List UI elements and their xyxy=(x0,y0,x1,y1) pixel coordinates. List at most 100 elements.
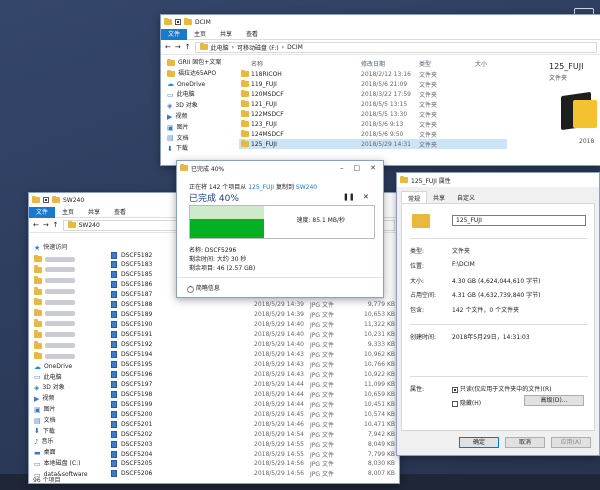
table-row[interactable]: DSCF5190 2018/5/29 14:40 JPG 文件 11,322 KB xyxy=(109,320,399,330)
apply-button[interactable]: 应用(A) xyxy=(551,437,591,448)
breadcrumb-item[interactable]: SW240 xyxy=(79,222,100,229)
nav-item[interactable]: ◈ 3D 对象 xyxy=(167,101,235,112)
nav-item[interactable] xyxy=(34,254,99,265)
ribbon-tab-1[interactable]: 主页 xyxy=(187,29,213,40)
table-row[interactable]: DSCF5191 2018/5/29 14:40 JPG 文件 10,231 KB xyxy=(109,330,399,340)
table-row[interactable]: DSCF5189 2018/5/29 14:39 JPG 文件 10,653 KB xyxy=(109,310,399,320)
nav-item[interactable] xyxy=(34,351,99,362)
column-header-type[interactable]: 类型 xyxy=(419,59,431,68)
destination-folder-link[interactable]: SW240 xyxy=(296,184,317,191)
quick-checkbox-icon[interactable] xyxy=(43,197,49,203)
quick-checkbox-icon[interactable] xyxy=(175,19,181,25)
ribbon-tab-0[interactable]: 文件 xyxy=(161,28,188,40)
table-row[interactable]: DSCF5195 2018/5/29 14:43 JPG 文件 10,766 KB xyxy=(109,359,399,369)
table-row[interactable]: 125_FUJI 2018/5/29 14:31 文件夹 xyxy=(239,139,507,149)
preview-type: 文件夹 xyxy=(549,75,568,82)
nav-item[interactable] xyxy=(34,297,99,308)
cancel-copy-icon[interactable]: ✕ xyxy=(363,193,369,201)
nav-item[interactable] xyxy=(34,308,99,319)
ribbon-tab-3[interactable]: 查看 xyxy=(239,29,265,40)
ok-button[interactable]: 确定 xyxy=(459,437,499,448)
nav-item[interactable]: ▣ 图片 xyxy=(167,123,235,134)
column-header-date[interactable]: 修改日期 xyxy=(361,59,385,68)
table-row[interactable]: DSCF5199 2018/5/29 14:44 JPG 文件 10,451 KB xyxy=(109,399,399,409)
nav-item[interactable]: ▶ 视频 xyxy=(167,112,235,123)
folder-name-field[interactable]: 125_FUJI xyxy=(452,215,586,226)
table-row[interactable]: 124MSDCF 2018/5/6 9:50 文件夹 xyxy=(239,129,507,139)
table-row[interactable]: DSCF5201 2018/5/29 14:46 JPG 文件 10,471 KB xyxy=(109,419,399,429)
ribbon-tab-2[interactable]: 共享 xyxy=(81,207,107,218)
nav-item[interactable]: ☁ OneDrive xyxy=(34,362,99,373)
nav-item[interactable]: ◈ 3D 对象 xyxy=(34,383,99,394)
nav-item[interactable]: ▭ 此电脑 xyxy=(34,373,99,384)
table-row[interactable]: DSCF5206 2018/5/29 14:56 JPG 文件 8,007 KB xyxy=(109,469,399,479)
ribbon-tab-3[interactable]: 查看 xyxy=(107,207,133,218)
nav-item[interactable] xyxy=(34,319,99,330)
table-row[interactable]: DSCF5197 2018/5/29 14:44 JPG 文件 11,099 KB xyxy=(109,379,399,389)
less-details-toggle[interactable]: ^ 简略信息 xyxy=(187,283,220,293)
nav-item[interactable]: ▶ 视频 xyxy=(34,394,99,405)
ribbon-tab-2[interactable]: 共享 xyxy=(213,29,239,40)
maximize-icon[interactable]: □ xyxy=(354,164,361,172)
up-arrow-icon[interactable]: ↑ xyxy=(185,43,191,51)
table-row[interactable]: 123_FUJI 2018/5/6 9:13 文件夹 xyxy=(239,119,507,129)
table-row[interactable]: 121_FUJI 2018/5/5 13:15 文件夹 xyxy=(239,99,507,109)
hidden-checkbox[interactable]: 隐藏(H) xyxy=(452,398,481,407)
nav-item[interactable]: ▬ 桌面 xyxy=(34,448,99,459)
up-arrow-icon[interactable]: ↑ xyxy=(53,221,59,229)
jpg-file-icon xyxy=(111,420,117,428)
nav-item[interactable]: ⬇ 下载 xyxy=(34,427,99,438)
table-row[interactable]: DSCF5203 2018/5/29 14:55 JPG 文件 8,049 KB xyxy=(109,439,399,449)
nav-item-label: 视频 xyxy=(175,112,188,120)
nav-item[interactable]: ▤ 文档 xyxy=(34,416,99,427)
address-bar[interactable]: 此电脑 › 可移动磁盘 (F:) › DCIM xyxy=(194,41,597,53)
nav-item[interactable]: ▤ 文档 xyxy=(167,134,235,145)
cancel-button[interactable]: 取消 xyxy=(505,437,545,448)
nav-item[interactable]: ▭ 本地磁盘 (C:) xyxy=(34,459,99,470)
nav-item[interactable]: ⬇ 下载 xyxy=(167,144,235,155)
table-row[interactable]: 120MSDCF 2018/3/22 17:59 文件夹 xyxy=(239,89,507,99)
minimize-icon[interactable]: – xyxy=(340,164,344,172)
table-row[interactable]: DSCF5188 2018/5/29 14:39 JPG 文件 9,779 KB xyxy=(109,300,399,310)
table-row[interactable]: DSCF5194 2018/5/29 14:43 JPG 文件 10,962 KB xyxy=(109,350,399,360)
source-folder-link[interactable]: 125_FUJI xyxy=(248,184,274,191)
column-header-size[interactable]: 大小 xyxy=(475,59,487,68)
advanced-button[interactable]: 高级(D)... xyxy=(524,395,584,406)
nav-item[interactable]: GRII 固包+文案 xyxy=(167,58,235,69)
nav-item[interactable] xyxy=(34,329,99,340)
table-row[interactable]: DSCF5200 2018/5/29 14:45 JPG 文件 10,574 KB xyxy=(109,409,399,419)
table-row[interactable]: 118RICOH 2018/2/12 13:16 文件夹 xyxy=(239,69,507,79)
back-arrow-icon[interactable]: ← xyxy=(165,43,171,51)
readonly-checkbox[interactable]: 只读(仅应用于文件夹中的文件)(R) xyxy=(452,384,551,393)
nav-item[interactable] xyxy=(34,265,99,276)
ribbon-tab-1[interactable]: 主页 xyxy=(55,207,81,218)
nav-item[interactable]: ♪ 音乐 xyxy=(34,437,99,448)
table-row[interactable]: DSCF5205 2018/5/29 14:56 JPG 文件 8,030 KB xyxy=(109,459,399,469)
nav-item[interactable]: ▣ 图片 xyxy=(34,405,99,416)
close-icon[interactable]: ✕ xyxy=(370,164,376,172)
ribbon-tab-0[interactable]: 文件 xyxy=(29,206,56,218)
breadcrumb-item[interactable]: DCIM xyxy=(287,44,303,51)
nav-item[interactable]: 福拉达65APO xyxy=(167,69,235,80)
property-label: 大小: xyxy=(410,278,425,285)
forward-arrow-icon[interactable]: → xyxy=(43,221,49,229)
nav-item[interactable] xyxy=(34,275,99,286)
nav-item[interactable]: ▭ 此电脑 xyxy=(167,90,235,101)
column-header-name[interactable]: 名称 xyxy=(251,59,263,68)
table-row[interactable]: DSCF5192 2018/5/29 14:40 JPG 文件 9,333 KB xyxy=(109,340,399,350)
breadcrumb-item[interactable]: 可移动磁盘 (F:) xyxy=(237,43,279,52)
table-row[interactable]: 122MSDCF 2018/5/5 13:30 文件夹 xyxy=(239,109,507,119)
back-arrow-icon[interactable]: ← xyxy=(33,221,39,229)
nav-item[interactable]: ☁ OneDrive xyxy=(167,80,235,91)
table-row[interactable]: DSCF5198 2018/5/29 14:44 JPG 文件 10,659 KB xyxy=(109,389,399,399)
table-row[interactable]: DSCF5196 2018/5/29 14:43 JPG 文件 10,922 KB xyxy=(109,369,399,379)
pause-icon[interactable]: ❚❚ xyxy=(343,193,355,201)
nav-item[interactable] xyxy=(34,340,99,351)
table-row[interactable]: DSCF5202 2018/5/29 14:54 JPG 文件 7,942 KB xyxy=(109,429,399,439)
forward-arrow-icon[interactable]: → xyxy=(175,43,181,51)
breadcrumb-item[interactable]: 此电脑 xyxy=(211,43,229,52)
table-row[interactable]: 119_FUJI 2018/5/6 21:09 文件夹 xyxy=(239,79,507,89)
nav-item[interactable]: ★ 快速访问 xyxy=(34,243,99,254)
nav-item[interactable] xyxy=(34,286,99,297)
table-row[interactable]: DSCF5204 2018/5/29 14:55 JPG 文件 7,799 KB xyxy=(109,449,399,459)
